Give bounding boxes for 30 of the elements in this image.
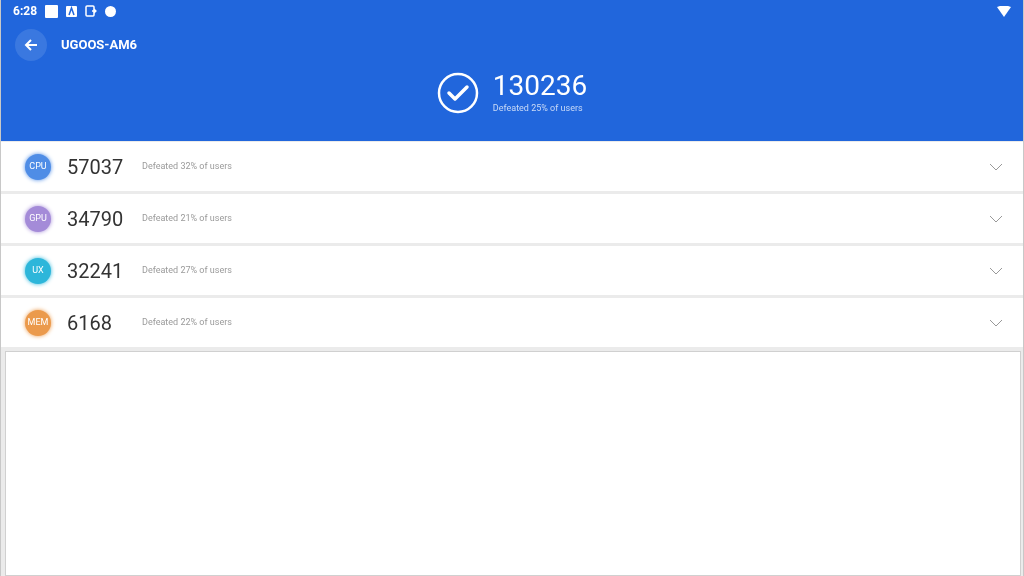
app-icon <box>66 5 78 17</box>
result-row[interactable]: CPU 57037 Defeated 32% of users <box>1 142 1023 191</box>
notification-icon <box>45 4 59 18</box>
chevron-down-icon <box>989 214 1003 223</box>
status-time: 6:28 <box>13 3 38 20</box>
wifi-icon <box>997 5 1011 17</box>
total-subtitle: Defeated 25% of users <box>492 102 584 115</box>
chevron-down-icon <box>989 318 1003 327</box>
category-badge: UX <box>25 257 51 284</box>
category-badge: CPU <box>25 153 51 180</box>
back-button[interactable] <box>15 29 47 61</box>
category-subtitle: Defeated 21% of users <box>142 211 232 225</box>
total-score: 130236 <box>492 70 588 102</box>
chevron-down-icon <box>989 266 1003 275</box>
category-score: 34790 <box>67 205 125 233</box>
result-row[interactable]: GPU 34790 Defeated 21% of users <box>1 194 1023 243</box>
check-circle-icon <box>436 71 479 114</box>
category-score: 6168 <box>67 309 113 337</box>
category-badge: GPU <box>25 205 51 232</box>
back-arrow-icon <box>24 38 38 52</box>
category-subtitle: Defeated 32% of users <box>142 159 232 173</box>
category-score: 32241 <box>67 257 125 285</box>
result-row[interactable]: UX 32241 Defeated 27% of users <box>1 246 1023 295</box>
chevron-down-icon <box>989 162 1003 171</box>
result-row[interactable]: MEM 6168 Defeated 22% of users <box>1 298 1023 347</box>
category-score: 57037 <box>67 153 125 181</box>
category-badge: MEM <box>25 309 51 336</box>
category-subtitle: Defeated 27% of users <box>142 263 232 277</box>
device-title: UGOOS-AM6 <box>61 36 138 55</box>
category-subtitle: Defeated 22% of users <box>142 315 232 329</box>
